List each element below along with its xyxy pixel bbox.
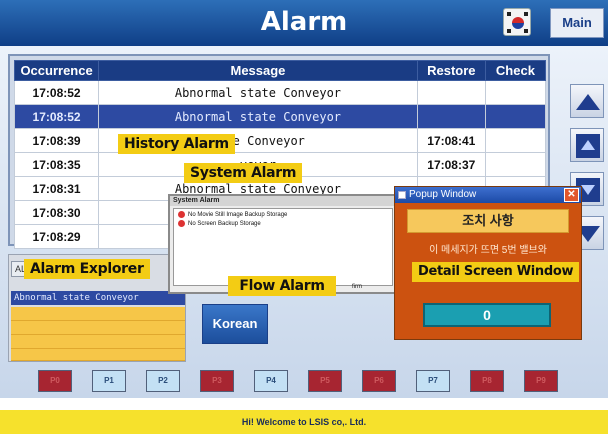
cell-check — [484, 104, 547, 129]
explorer-list-item[interactable]: Abnormal state Conveyor — [11, 291, 185, 305]
footer-marquee: Hi! Welcome to LSIS co,. Ltd. — [0, 410, 608, 434]
line-up-button[interactable] — [570, 128, 604, 162]
cell-check — [484, 152, 547, 177]
popup-value-field[interactable]: 0 — [423, 303, 551, 327]
explorer-empty-row — [11, 307, 185, 321]
cell-message: Abnormal state Conveyor — [98, 104, 418, 129]
cell-occurrence: 17:08:30 — [13, 200, 100, 225]
cell-occurrence: 17:08:31 — [13, 176, 100, 201]
cell-occurrence: 17:08:52 — [13, 104, 100, 129]
triangle-up-icon — [576, 94, 600, 110]
column-occurrence: Occurrence — [13, 60, 100, 81]
callout-system-alarm: System Alarm — [184, 163, 303, 183]
page-button-p2[interactable]: P2 — [146, 370, 180, 392]
korean-button[interactable]: Korean — [202, 304, 268, 344]
cell-restore: 17:08:41 — [416, 128, 486, 153]
popup-title-bar: Popup Window — [395, 187, 581, 203]
table-row[interactable]: 17:08:52 Abnormal state Conveyor — [13, 104, 547, 129]
cell-restore — [416, 104, 486, 129]
popup-heading: 조치 사항 — [407, 209, 569, 233]
alarm-screen: Alarm Main Occurrence Message Restore Ch… — [0, 0, 608, 434]
callout-flow-alarm: Flow Alarm — [228, 276, 336, 296]
title-bar: Alarm Main — [0, 0, 608, 46]
page-button-p5[interactable]: P5 — [308, 370, 342, 392]
cell-restore: 17:08:37 — [416, 152, 486, 177]
list-item[interactable]: No Movie Still Image Backup Storage — [178, 211, 287, 220]
system-alarm-title: System Alarm — [170, 196, 396, 206]
cell-occurrence: 17:08:29 — [13, 224, 100, 249]
page-button-p8[interactable]: P8 — [470, 370, 504, 392]
arrow-up-icon — [576, 134, 600, 158]
explorer-empty-row — [11, 335, 185, 349]
page-button-p1[interactable]: P1 — [92, 370, 126, 392]
cell-occurrence: 17:08:35 — [13, 152, 100, 177]
page-button-p3[interactable]: P3 — [200, 370, 234, 392]
callout-detail-screen-window: Detail Screen Window — [412, 262, 580, 282]
page-button-p7[interactable]: P7 — [416, 370, 450, 392]
korea-flag-icon[interactable] — [503, 8, 531, 36]
callout-history-alarm: History Alarm — [118, 134, 235, 154]
taeguk-icon — [512, 17, 524, 29]
page-button-p9[interactable]: P9 — [524, 370, 558, 392]
column-check: Check — [484, 60, 547, 81]
trigram-icon — [507, 29, 511, 33]
system-alarm-text: No Screen Backup Storage — [188, 221, 261, 228]
page-button-p4[interactable]: P4 — [254, 370, 288, 392]
popup-title: Popup Window — [409, 189, 477, 200]
table-row[interactable]: 17:08:39 tate Conveyor 17:08:41 — [13, 128, 547, 153]
explorer-empty-row — [11, 349, 185, 361]
list-item[interactable]: No Screen Backup Storage — [178, 220, 261, 229]
cell-occurrence: 17:08:39 — [13, 128, 100, 153]
system-alarm-text: No Movie Still Image Backup Storage — [188, 212, 288, 219]
popup-message: 이 메세지가 뜨면 5번 밸브와 — [429, 245, 547, 256]
trigram-icon — [507, 12, 511, 16]
system-alarm-list: No Movie Still Image Backup Storage No S… — [173, 208, 393, 286]
close-button[interactable]: ✕ — [564, 188, 579, 202]
trigram-icon — [524, 29, 528, 33]
cell-message: Abnormal state Conveyor — [98, 80, 418, 105]
cell-check — [484, 128, 547, 153]
table-header-row: Occurrence Message Restore Check — [13, 60, 547, 81]
main-button[interactable]: Main — [550, 8, 604, 38]
column-restore: Restore — [416, 60, 486, 81]
trigram-icon — [524, 12, 528, 16]
explorer-empty-row — [11, 321, 185, 335]
callout-alarm-explorer: Alarm Explorer — [24, 259, 150, 279]
error-icon — [178, 220, 185, 227]
window-icon — [398, 191, 406, 199]
error-icon — [178, 211, 185, 218]
page-selector: P0 P1 P2 P3 P4 P5 P6 P7 P8 P9 — [0, 370, 608, 398]
cell-restore — [416, 80, 486, 105]
cell-check — [484, 80, 547, 105]
page-up-button[interactable] — [570, 84, 604, 118]
page-button-p0[interactable]: P0 — [38, 370, 72, 392]
column-message: Message — [98, 60, 418, 81]
cell-occurrence: 17:08:52 — [13, 80, 100, 105]
confirm-button[interactable]: firm — [352, 284, 378, 292]
table-row[interactable]: 17:08:52 Abnormal state Conveyor — [13, 80, 547, 105]
page-button-p6[interactable]: P6 — [362, 370, 396, 392]
